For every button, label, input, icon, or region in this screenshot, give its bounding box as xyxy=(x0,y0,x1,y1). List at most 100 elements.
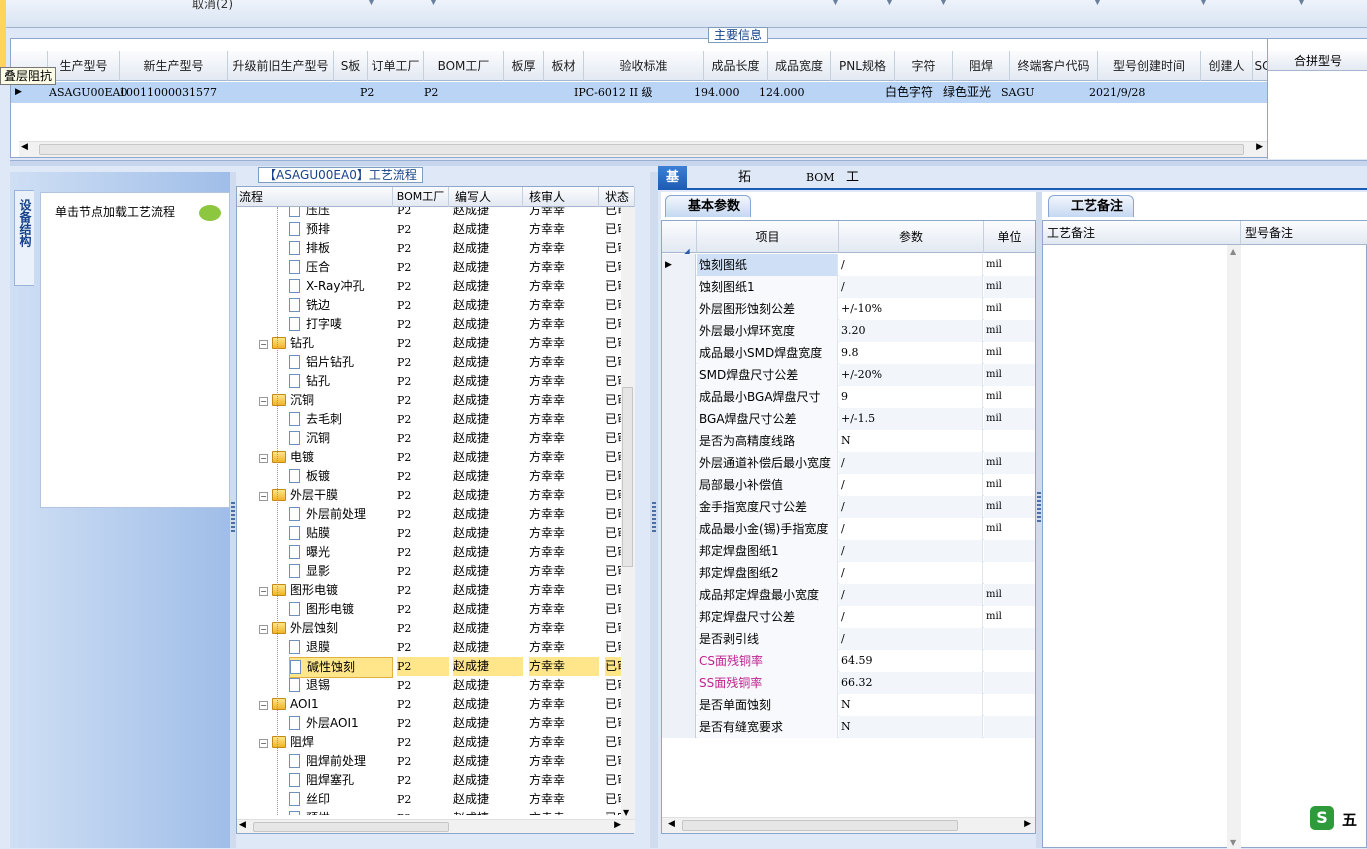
row-header[interactable] xyxy=(662,628,696,650)
collapse-icon[interactable]: − xyxy=(259,739,268,748)
col-header[interactable]: 成品宽度 xyxy=(768,51,831,81)
tree-vscroll[interactable]: ▼ xyxy=(621,207,635,819)
col-unit[interactable]: 单位 xyxy=(984,221,1035,253)
param-row[interactable]: ▶ 蚀刻图纸 / mil xyxy=(662,254,1035,276)
tree-cell-bom[interactable]: P2 xyxy=(397,619,449,638)
row-header[interactable] xyxy=(662,518,696,540)
tree-cell-writer[interactable]: 赵成捷 xyxy=(453,429,523,448)
tree-cell-writer[interactable]: 赵成捷 xyxy=(453,391,523,410)
param-row[interactable]: 成品最小金(锡)手指宽度 / mil xyxy=(662,518,1035,540)
param-value[interactable]: / xyxy=(839,518,983,540)
param-row[interactable]: 是否为高精度线路 N xyxy=(662,430,1035,452)
scroll-right-icon[interactable]: ▶ xyxy=(1024,819,1031,829)
param-row[interactable]: 成品邦定焊盘最小宽度 / mil xyxy=(662,584,1035,606)
tree-cell-writer[interactable]: 赵成捷 xyxy=(453,638,523,657)
tree-row[interactable]: − 外层干膜 P2赵成捷方幸幸已审核 xyxy=(237,486,621,505)
tree-cell-status[interactable]: 已审核 xyxy=(605,733,621,752)
tree-hscroll[interactable]: ◀ ▶ xyxy=(237,819,635,833)
tree-cell-checker[interactable]: 方幸幸 xyxy=(529,619,599,638)
tree-node[interactable]: 外层AOI1 xyxy=(289,714,393,733)
tree-cell-checker[interactable]: 方幸幸 xyxy=(529,695,599,714)
param-value[interactable]: / xyxy=(839,496,983,518)
dropdown-arrow-icon[interactable]: ▼ xyxy=(1200,0,1207,7)
tree-cell-status[interactable]: 已审核 xyxy=(605,543,621,562)
col-header[interactable]: BOM工厂 xyxy=(424,51,504,81)
tree-cell-checker[interactable]: 方幸幸 xyxy=(529,258,599,277)
param-row[interactable]: 外层图形蚀刻公差 +/-10% mil xyxy=(662,298,1035,320)
dropdown-arrow-icon[interactable]: ▼ xyxy=(886,0,893,7)
param-row[interactable]: 成品最小BGA焊盘尺寸 9 mil xyxy=(662,386,1035,408)
tree-cell-status[interactable]: 已审核 xyxy=(605,296,621,315)
tree-cell-bom[interactable]: P2 xyxy=(397,353,449,372)
cell-new-model[interactable]: 10011000031577 xyxy=(119,82,217,103)
col-header[interactable]: 板材 xyxy=(544,51,584,81)
tree-cell-status[interactable]: 已审核 xyxy=(605,277,621,296)
row-header[interactable] xyxy=(662,584,696,606)
col-header[interactable]: 生产型号 xyxy=(48,51,120,81)
tree-node[interactable]: 排板 xyxy=(289,239,393,258)
col-header[interactable]: 字符 xyxy=(895,51,953,81)
tree-cell-status[interactable]: 已审核 xyxy=(605,524,621,543)
tree-cell-status[interactable]: 已审核 xyxy=(605,239,621,258)
tree-cell-bom[interactable]: P2 xyxy=(397,543,449,562)
tree-cell-status[interactable]: 已审核 xyxy=(605,714,621,733)
param-value[interactable]: 9.8 xyxy=(839,342,983,364)
param-value[interactable]: / xyxy=(839,584,983,606)
ime-indicator[interactable]: S 五 xyxy=(1308,804,1367,834)
param-row[interactable]: 是否单面蚀刻 N xyxy=(662,694,1035,716)
tree-cell-status[interactable]: 已审核 xyxy=(605,600,621,619)
scroll-thumb[interactable] xyxy=(253,822,449,832)
col-bom[interactable]: BOM工厂 xyxy=(393,187,449,207)
param-hscroll[interactable]: ◀ ▶ xyxy=(662,817,1035,833)
tree-cell-writer[interactable]: 赵成捷 xyxy=(453,809,523,815)
col-model-notes[interactable]: 型号备注 xyxy=(1241,221,1367,245)
dropdown-arrow-icon[interactable]: ▼ xyxy=(1298,0,1305,7)
tree-cell-bom[interactable]: P2 xyxy=(397,410,449,429)
tree-node[interactable]: − 图形电镀 xyxy=(259,581,393,600)
row-header[interactable] xyxy=(662,562,696,584)
tree-cell-checker[interactable]: 方幸幸 xyxy=(529,467,599,486)
tree-cell-checker[interactable]: 方幸幸 xyxy=(529,581,599,600)
collapse-icon[interactable]: − xyxy=(259,454,268,463)
param-row[interactable]: 邦定焊盘尺寸公差 / mil xyxy=(662,606,1035,628)
param-value[interactable]: / xyxy=(839,562,983,584)
tree-cell-writer[interactable]: 赵成捷 xyxy=(453,657,523,676)
tree-cell-status[interactable]: 已审核 xyxy=(605,695,621,714)
tree-cell-checker[interactable]: 方幸幸 xyxy=(529,207,599,220)
tree-cell-checker[interactable]: 方幸幸 xyxy=(529,733,599,752)
param-value[interactable]: / xyxy=(839,540,983,562)
tree-row[interactable]: − 钻孔 P2赵成捷方幸幸已审核 xyxy=(237,334,621,353)
param-row[interactable]: SMD焊盘尺寸公差 +/-20% mil xyxy=(662,364,1035,386)
row-header[interactable] xyxy=(662,694,696,716)
tree-node[interactable]: 压合 xyxy=(289,258,393,277)
tree-cell-checker[interactable]: 方幸幸 xyxy=(529,391,599,410)
tree-node[interactable]: − 沉铜 xyxy=(259,391,393,410)
tree-row[interactable]: 预烘 P2 赵成捷方幸幸已审核 xyxy=(237,809,621,815)
tree-node[interactable]: 压压 xyxy=(289,207,393,220)
tree-cell-writer[interactable]: 赵成捷 xyxy=(453,207,523,220)
tree-cell-status[interactable]: 已审核 xyxy=(605,562,621,581)
col-header[interactable]: 订单工厂 xyxy=(368,51,424,81)
tree-node[interactable]: − AOI1 xyxy=(259,695,393,714)
param-value[interactable]: / xyxy=(839,606,983,628)
tree-row[interactable]: 外层前处理 P2赵成捷方幸幸已审核 xyxy=(237,505,621,524)
cell-order-factory[interactable]: P2 xyxy=(360,82,374,103)
tree-cell-status[interactable]: 已审核 xyxy=(605,486,621,505)
tree-cell-status[interactable]: 已审核 xyxy=(605,315,621,334)
tree-cell-writer[interactable]: 赵成捷 xyxy=(453,543,523,562)
tree-node[interactable]: 退膜 xyxy=(289,638,393,657)
param-row[interactable]: 邦定焊盘图纸1/ xyxy=(662,540,1035,562)
dropdown-arrow-icon[interactable]: ▼ xyxy=(832,0,839,7)
tree-row[interactable]: − 图形电镀 P2赵成捷方幸幸已审核 xyxy=(237,581,621,600)
tree-cell-bom[interactable]: P2 xyxy=(397,714,449,733)
tab-extended-info[interactable]: 拓展信息 xyxy=(730,166,759,257)
tree-cell-bom[interactable]: P2 xyxy=(397,315,449,334)
tree-cell-bom[interactable]: P2 xyxy=(397,296,449,315)
col-header[interactable]: 型号创建时间 xyxy=(1098,51,1201,81)
tab-device-structure[interactable]: 设备结构 xyxy=(14,190,34,286)
tree-cell-status[interactable]: 已审核 xyxy=(605,771,621,790)
tree-cell-bom[interactable]: P2 xyxy=(397,809,449,815)
tree-node[interactable]: 曝光 xyxy=(289,543,393,562)
tree-cell-checker[interactable]: 方幸幸 xyxy=(529,676,599,695)
tree-node[interactable]: 铣边 xyxy=(289,296,393,315)
